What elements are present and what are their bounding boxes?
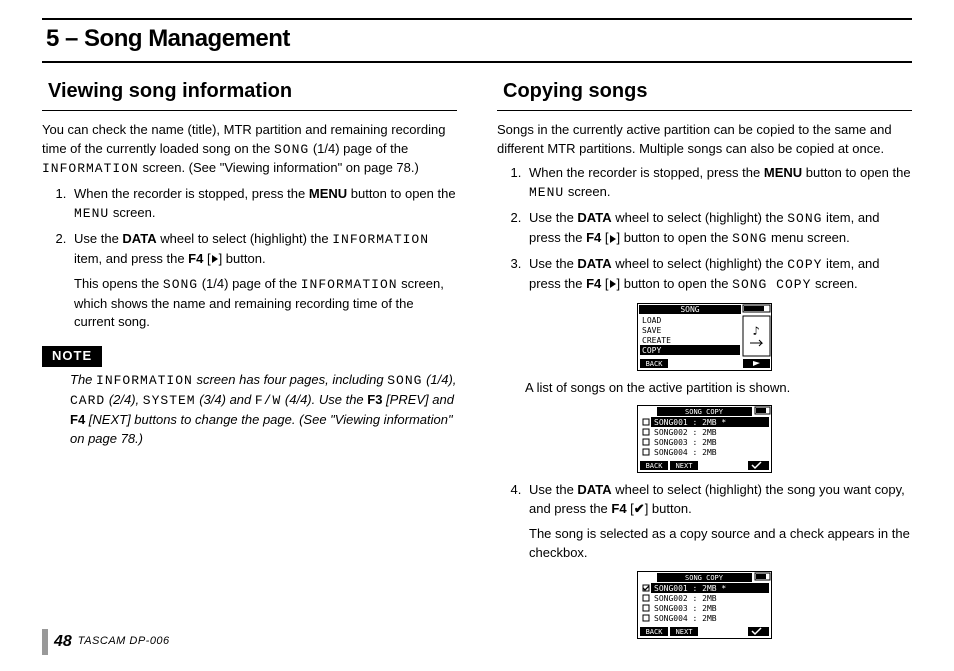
copying-step-1: When the recorder is stopped, press the … [525, 164, 912, 203]
copying-step-4: Use the DATA wheel to select (highlight)… [525, 481, 912, 562]
svg-text:SONG001 : 2MB *: SONG001 : 2MB * [654, 584, 726, 593]
svg-text:CREATE: CREATE [642, 336, 671, 345]
left-column: Viewing song information You can check t… [42, 77, 457, 647]
lcd-song-copy-checked: SONG COPY SONG001 : 2MB * SONG002 : 2MB … [637, 571, 772, 639]
copying-step-2: Use the DATA wheel to select (highlight)… [525, 209, 912, 249]
svg-text:SONG COPY: SONG COPY [685, 408, 724, 416]
svg-text:SONG004 : 2MB: SONG004 : 2MB [654, 448, 717, 457]
footer-accent-bar [42, 629, 48, 655]
play-icon [610, 235, 616, 243]
chapter-heading: 5 – Song Management [42, 18, 912, 63]
right-column: Copying songs Songs in the currently act… [497, 77, 912, 647]
page-footer: 48 TASCAM DP-006 [42, 629, 170, 655]
check-icon: ✔ [634, 500, 645, 519]
svg-text:SONG004 : 2MB: SONG004 : 2MB [654, 614, 717, 623]
svg-text:SAVE: SAVE [642, 326, 661, 335]
viewing-step-1: When the recorder is stopped, press the … [70, 185, 457, 224]
svg-text:BACK: BACK [646, 628, 664, 636]
viewing-step-2: Use the DATA wheel to select (highlight)… [70, 230, 457, 332]
play-icon [212, 255, 218, 263]
copying-step-4-result: The song is selected as a copy source an… [529, 525, 912, 563]
svg-text:SONG003 : 2MB: SONG003 : 2MB [654, 438, 717, 447]
product-model: TASCAM DP-006 [78, 634, 170, 650]
copying-intro: Songs in the currently active partition … [497, 121, 912, 159]
svg-text:SONG002 : 2MB: SONG002 : 2MB [654, 594, 717, 603]
svg-text:♪: ♪ [752, 324, 759, 338]
note-body: The INFORMATION screen has four pages, i… [70, 371, 457, 448]
lcd-song-menu: SONG LOAD SAVE CREATE COPY ♪ BACK [637, 303, 772, 371]
svg-text:LOAD: LOAD [642, 316, 661, 325]
svg-text:SONG003 : 2MB: SONG003 : 2MB [654, 604, 717, 613]
section-heading-viewing: Viewing song information [42, 77, 457, 111]
chapter-title: 5 – Song Management [46, 22, 908, 57]
svg-text:SONG: SONG [680, 305, 699, 314]
page-number: 48 [54, 630, 72, 653]
svg-text:SONG COPY: SONG COPY [685, 574, 724, 582]
svg-text:NEXT: NEXT [676, 628, 694, 636]
svg-text:SONG001 : 2MB *: SONG001 : 2MB * [654, 418, 726, 427]
note-label: NOTE [42, 346, 102, 367]
play-icon [610, 280, 616, 288]
svg-text:BACK: BACK [646, 462, 664, 470]
lcd-song-copy-list: SONG COPY SONG001 : 2MB * SONG002 : 2MB … [637, 405, 772, 473]
viewing-intro: You can check the name (title), MTR part… [42, 121, 457, 180]
copying-step-3: Use the DATA wheel to select (highlight)… [525, 255, 912, 295]
viewing-step-2-result: This opens the SONG (1/4) page of the IN… [74, 275, 457, 333]
copying-caption-1: A list of songs on the active partition … [525, 379, 912, 398]
svg-text:BACK: BACK [646, 360, 664, 368]
svg-text:COPY: COPY [642, 346, 661, 355]
svg-text:NEXT: NEXT [676, 462, 694, 470]
section-heading-copying: Copying songs [497, 77, 912, 111]
svg-text:SONG002 : 2MB: SONG002 : 2MB [654, 428, 717, 437]
